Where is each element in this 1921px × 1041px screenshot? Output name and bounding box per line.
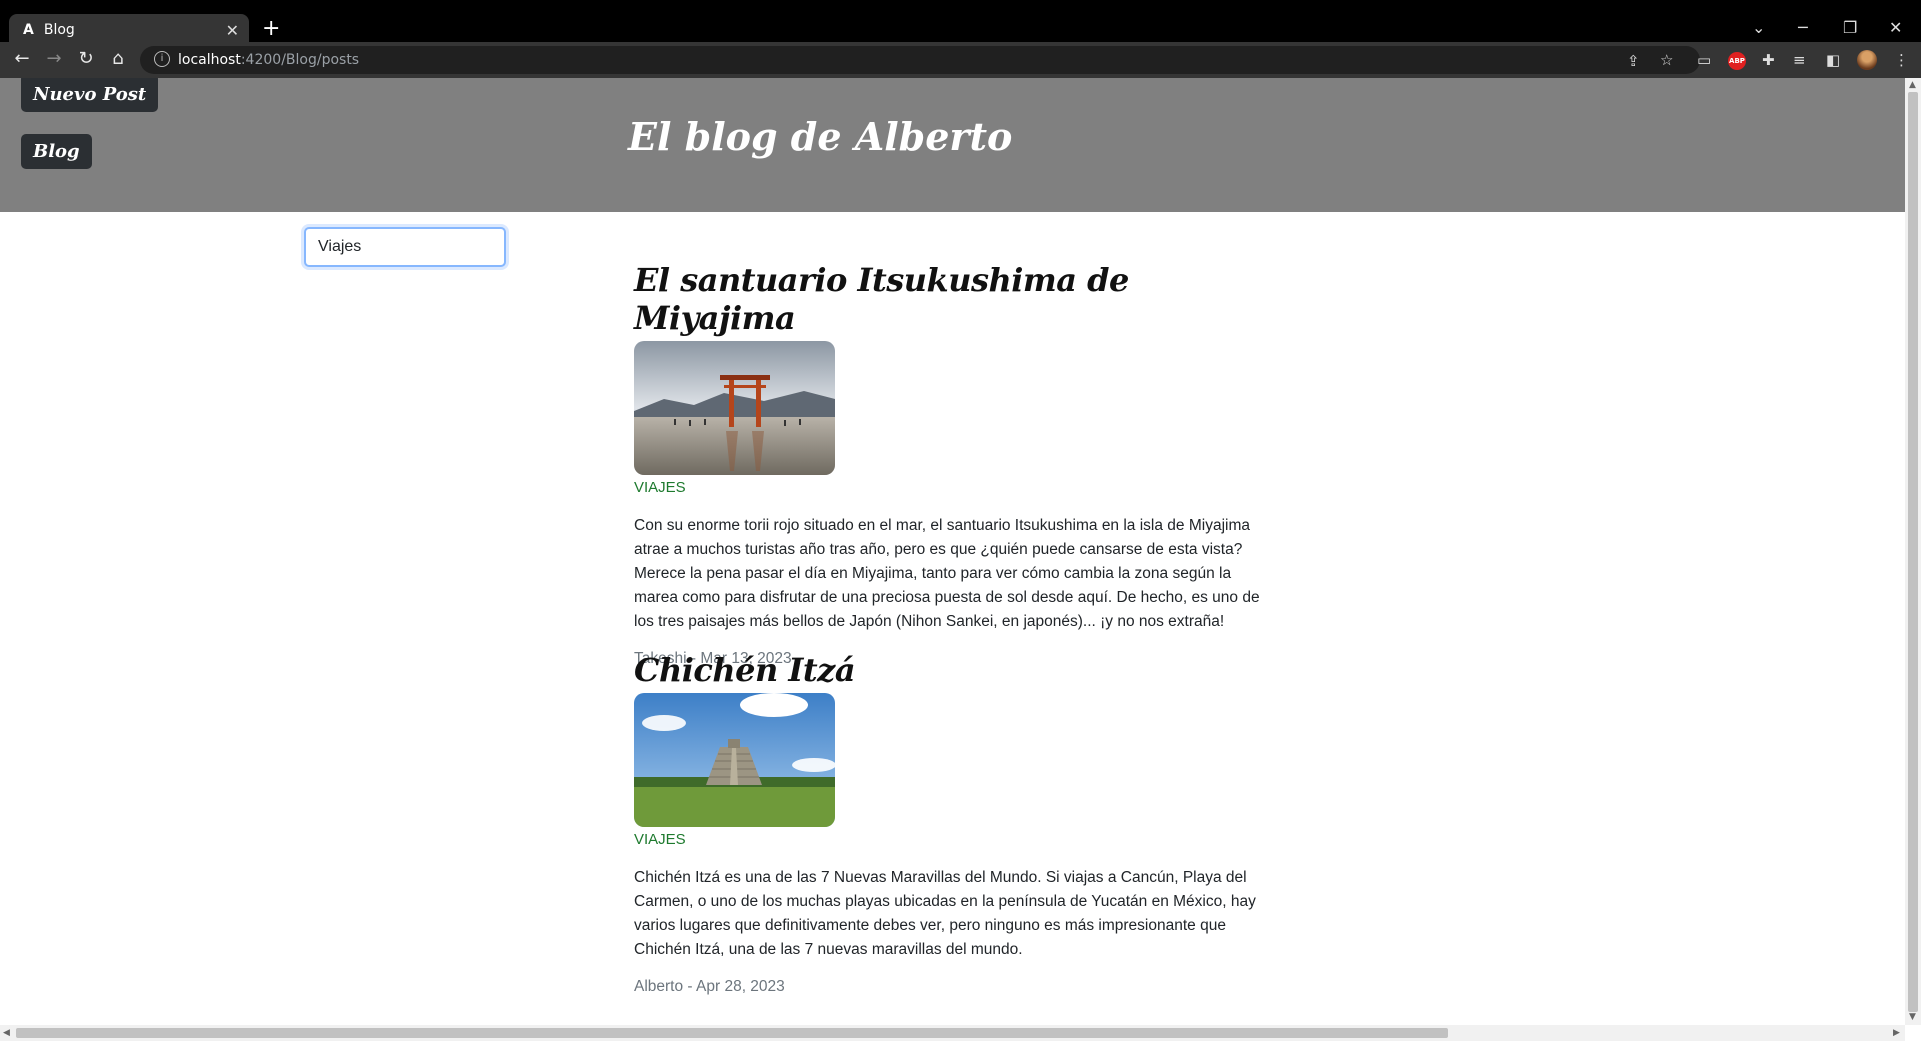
post-meta: Alberto - Apr 28, 2023 bbox=[634, 978, 785, 995]
post-card: El santuario Itsukushima de Miyajima VIA… bbox=[634, 261, 1294, 668]
scroll-left-icon[interactable]: ◀ bbox=[3, 1028, 10, 1038]
side-panel-icon[interactable]: ◧ bbox=[1826, 51, 1840, 69]
forward-icon[interactable]: → bbox=[42, 48, 66, 69]
vertical-scroll-thumb[interactable] bbox=[1908, 92, 1918, 1012]
horizontal-scrollbar[interactable]: ◀ ▶ bbox=[0, 1025, 1905, 1041]
post-category[interactable]: VIAJES bbox=[634, 479, 1294, 496]
post-body: Con su enorme torii rojo situado en el m… bbox=[634, 517, 1260, 630]
url-path: :4200/Blog/posts bbox=[240, 52, 360, 68]
home-icon[interactable]: ⌂ bbox=[106, 48, 130, 69]
reading-list-icon[interactable]: ≡ bbox=[1793, 51, 1806, 69]
tab-title: Blog bbox=[43, 22, 75, 38]
scroll-down-icon[interactable]: ▼ bbox=[1909, 1012, 1916, 1022]
post-card: Chichén Itzá VIAJES Chichén Itzá es una … bbox=[634, 651, 1294, 996]
page-viewport: Nuevo Post Blog El blog de Alberto El sa… bbox=[0, 78, 1921, 1041]
bookmark-star-icon[interactable]: ☆ bbox=[1660, 51, 1673, 69]
site-header: Nuevo Post Blog El blog de Alberto bbox=[0, 78, 1905, 212]
scroll-up-icon[interactable]: ▲ bbox=[1909, 80, 1916, 90]
post-category[interactable]: VIAJES bbox=[634, 831, 1294, 848]
adblock-plus-icon[interactable]: ABP bbox=[1728, 52, 1746, 70]
close-tab-icon[interactable]: ✕ bbox=[226, 21, 239, 40]
site-info-icon[interactable]: i bbox=[154, 51, 170, 67]
browser-toolbar: ← → ↻ ⌂ i localhost:4200/Blog/posts ⇪ ☆ … bbox=[0, 42, 1921, 78]
tab-search-icon[interactable]: ⌄ bbox=[1752, 18, 1765, 37]
reload-icon[interactable]: ↻ bbox=[74, 48, 98, 69]
new-tab-icon[interactable]: + bbox=[262, 18, 280, 40]
browser-titlebar: A Blog ✕ + ⌄ ─ ❐ ✕ bbox=[0, 8, 1921, 46]
post-title[interactable]: El santuario Itsukushima de Miyajima bbox=[634, 261, 1294, 337]
blog-button[interactable]: Blog bbox=[21, 134, 92, 169]
minimize-icon[interactable]: ─ bbox=[1798, 18, 1808, 37]
url-host: localhost bbox=[178, 52, 241, 68]
back-icon[interactable]: ← bbox=[10, 48, 34, 69]
post-title[interactable]: Chichén Itzá bbox=[634, 651, 1294, 689]
restore-icon[interactable]: ❐ bbox=[1843, 18, 1857, 37]
menu-kebab-icon[interactable]: ⋮ bbox=[1894, 51, 1909, 69]
scroll-right-icon[interactable]: ▶ bbox=[1893, 1028, 1900, 1038]
angular-favicon-icon: A bbox=[23, 22, 34, 38]
share-icon[interactable]: ⇪ bbox=[1627, 52, 1640, 70]
close-window-icon[interactable]: ✕ bbox=[1889, 18, 1902, 37]
extensions-puzzle-icon[interactable]: ✚ bbox=[1762, 51, 1775, 69]
post-image-pyramid bbox=[634, 693, 835, 827]
site-title: El blog de Alberto bbox=[628, 114, 1013, 159]
vertical-scrollbar[interactable]: ▲ ▼ bbox=[1905, 78, 1921, 1025]
horizontal-scroll-thumb[interactable] bbox=[16, 1028, 1448, 1038]
new-post-button[interactable]: Nuevo Post bbox=[21, 78, 159, 112]
category-search-input[interactable] bbox=[304, 227, 506, 267]
url-text[interactable]: localhost:4200/Blog/posts bbox=[178, 52, 359, 68]
post-image-torii bbox=[634, 341, 835, 475]
extension-media-icon[interactable]: ▭ bbox=[1697, 51, 1711, 69]
profile-avatar[interactable] bbox=[1857, 50, 1877, 70]
post-body: Chichén Itzá es una de las 7 Nuevas Mara… bbox=[634, 869, 1256, 958]
address-bar[interactable]: i localhost:4200/Blog/posts ⇪ ☆ bbox=[140, 46, 1700, 74]
